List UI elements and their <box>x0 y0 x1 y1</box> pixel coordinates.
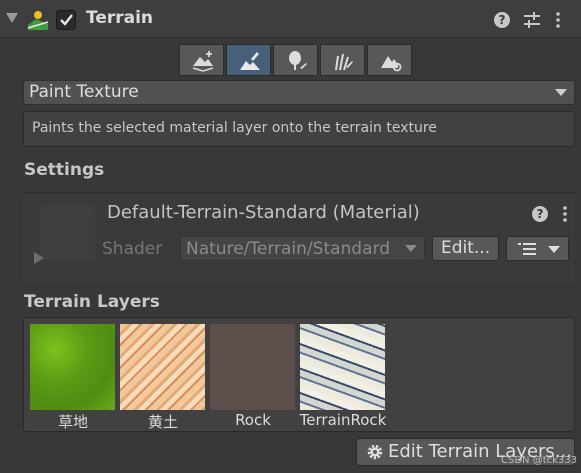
paint-brush-icon <box>240 52 260 70</box>
edit-shader-label: Edit... <box>441 238 491 258</box>
shader-label: Shader <box>102 239 163 259</box>
shader-value: Nature/Terrain/Standard <box>186 239 390 259</box>
layer-thumbnail-rock[interactable] <box>210 324 295 410</box>
list-icon <box>518 243 536 255</box>
chevron-down-icon <box>405 245 417 252</box>
watermark: CSDN @tck333 <box>501 455 577 466</box>
layer-name: 草地 <box>57 413 88 431</box>
chevron-down-icon <box>548 246 560 253</box>
terrain-layers-heading: Terrain Layers <box>24 292 160 312</box>
layer-name: TerrainRock <box>299 411 387 429</box>
preset-icon[interactable] <box>523 11 541 29</box>
terrain-toolbar <box>179 44 412 76</box>
enable-checkbox[interactable] <box>56 10 76 30</box>
tool-create-neighbor-terrains[interactable] <box>179 44 224 76</box>
material-help-icon[interactable]: ? <box>532 206 548 222</box>
grass-icon <box>335 53 353 71</box>
material-preview <box>40 205 95 260</box>
chevron-down-icon <box>555 89 567 96</box>
terrain-settings-icon <box>381 56 402 72</box>
tool-terrain-settings[interactable] <box>367 44 412 76</box>
layer-name: 黄土 <box>147 413 178 431</box>
tool-paint-details[interactable] <box>320 44 365 76</box>
layer-thumbnail-soil[interactable] <box>120 324 205 410</box>
tool-paint-trees[interactable] <box>273 44 318 76</box>
context-menu-icon[interactable] <box>553 11 563 29</box>
terrain-component-icon <box>27 11 49 30</box>
layer-thumbnail-grass[interactable] <box>30 324 115 410</box>
layer-thumbnail-terrain-rock[interactable] <box>300 324 385 410</box>
tree-icon <box>289 51 307 70</box>
foldout-arrow-icon[interactable] <box>6 13 18 23</box>
settings-heading: Settings <box>24 160 105 180</box>
terrain-add-icon <box>192 51 214 72</box>
divider <box>23 192 575 193</box>
material-foldout-icon[interactable] <box>34 252 44 264</box>
gear-icon <box>367 444 383 460</box>
material-name: Default-Terrain-Standard (Material) <box>107 202 420 223</box>
component-title: Terrain <box>86 8 154 28</box>
layer-name: Rock <box>235 411 271 429</box>
mode-description: Paints the selected material layer onto … <box>32 120 437 136</box>
tool-paint-terrain[interactable] <box>226 44 271 76</box>
help-icon[interactable]: ? <box>494 12 510 28</box>
mode-dropdown-value: Paint Texture <box>29 82 139 102</box>
material-menu-icon[interactable] <box>561 205 569 223</box>
checkmark-icon <box>60 14 73 26</box>
